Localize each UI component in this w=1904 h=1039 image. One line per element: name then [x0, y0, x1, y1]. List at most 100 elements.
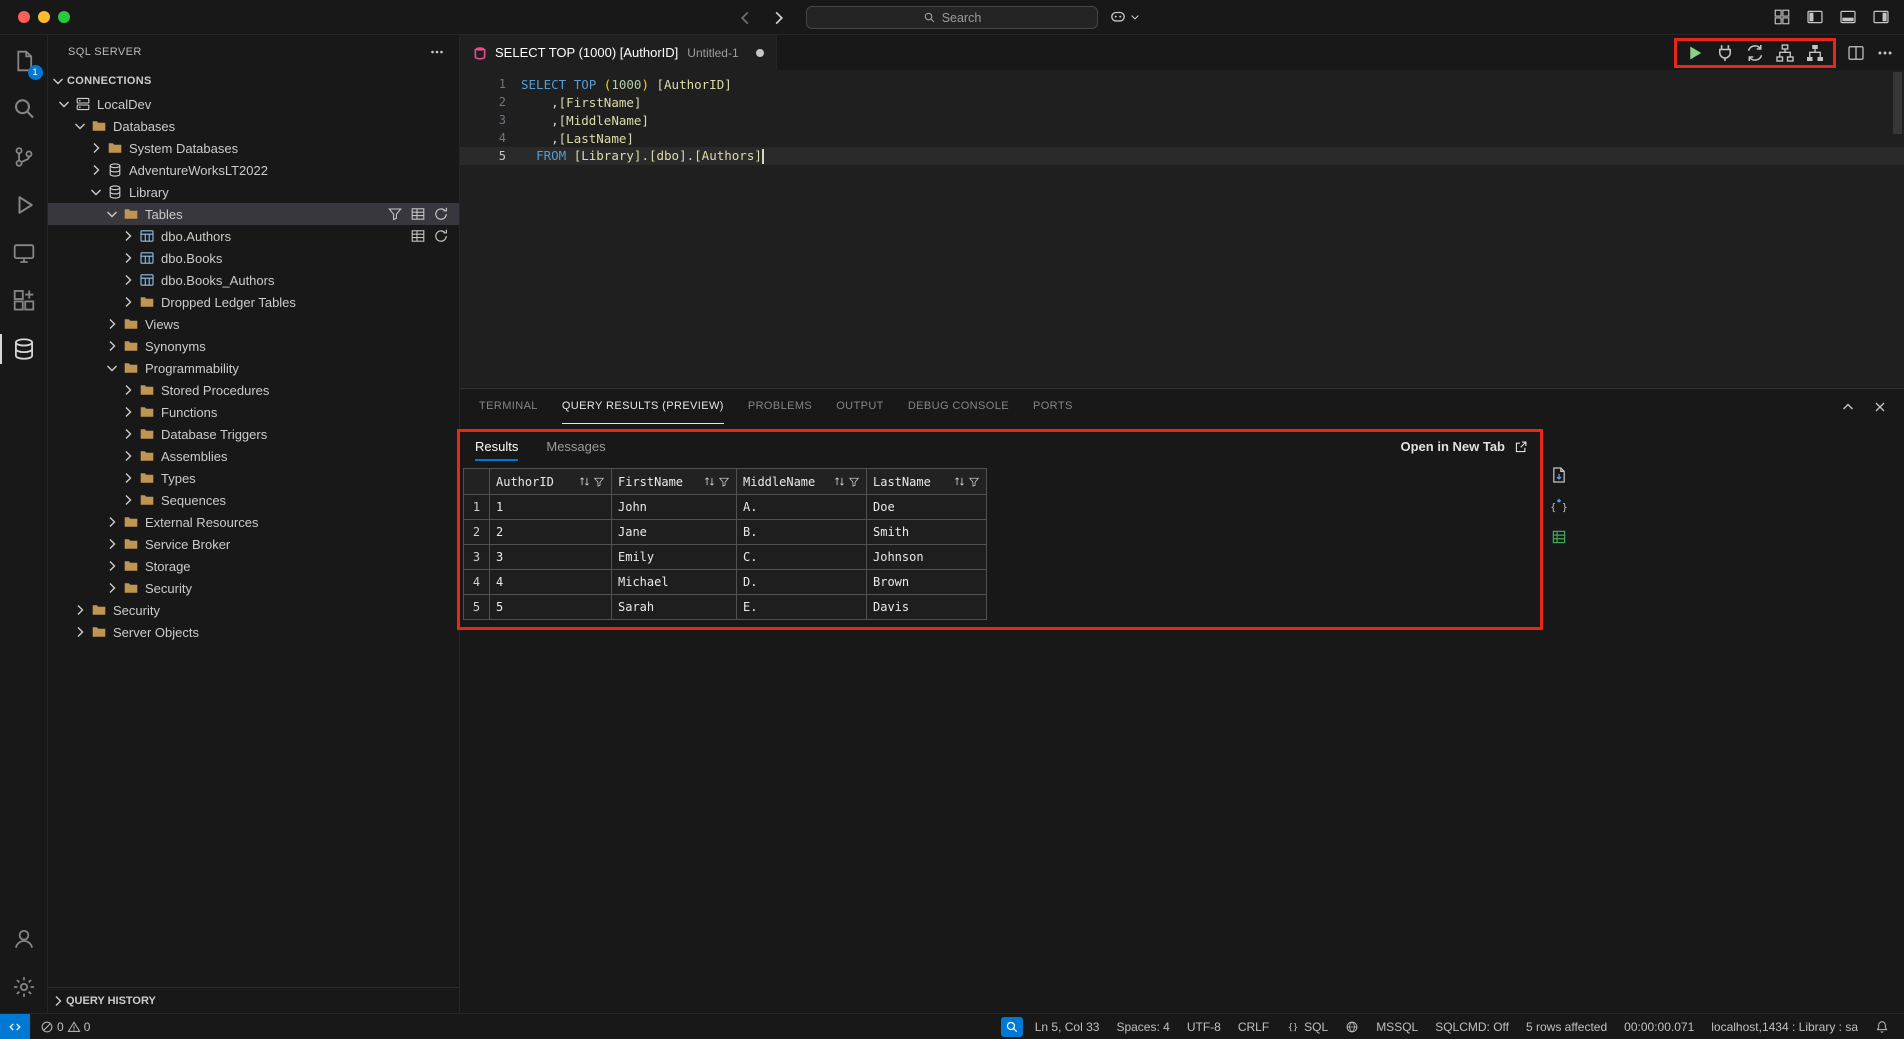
tree-item-synonyms[interactable]: Synonyms: [48, 335, 459, 357]
grid-cell[interactable]: Doe: [867, 495, 987, 520]
tree-item-stored-procedures[interactable]: Stored Procedures: [48, 379, 459, 401]
panel-tab-terminal[interactable]: TERMINAL: [479, 389, 538, 424]
chevron-right-icon[interactable]: [104, 514, 120, 530]
chevron-right-icon[interactable]: [88, 140, 104, 156]
tree-item-service-broker[interactable]: Service Broker: [48, 533, 459, 555]
tree-item-security[interactable]: Security: [48, 577, 459, 599]
chevron-right-icon[interactable]: [120, 272, 136, 288]
toggle-secondary-sidebar-icon[interactable]: [1872, 8, 1890, 26]
grid-action-icon[interactable]: [410, 228, 426, 244]
grid-cell[interactable]: D.: [737, 570, 867, 595]
editor-scrollbar[interactable]: [1893, 72, 1902, 134]
grid-cell[interactable]: 4: [490, 570, 612, 595]
sort-icon[interactable]: [833, 475, 846, 488]
activity-accounts[interactable]: [0, 915, 48, 963]
chevron-down-icon[interactable]: [104, 360, 120, 376]
panel-tab-ports[interactable]: PORTS: [1033, 389, 1073, 424]
tree-item-programmability[interactable]: Programmability: [48, 357, 459, 379]
tree-item-localdev[interactable]: LocalDev: [48, 93, 459, 115]
sort-icon[interactable]: [953, 475, 966, 488]
chevron-right-icon[interactable]: [104, 316, 120, 332]
tree-item-tables[interactable]: Tables: [48, 203, 459, 225]
status-query-duration[interactable]: 00:00:00.071: [1619, 1014, 1699, 1039]
query-history-section-header[interactable]: QUERY HISTORY: [48, 987, 459, 1013]
activity-source-control[interactable]: [0, 133, 48, 181]
messages-tab[interactable]: Messages: [546, 439, 605, 461]
code-line[interactable]: 5 FROM [Library].[dbo].[Authors]: [460, 147, 1904, 165]
chevron-right-icon[interactable]: [88, 162, 104, 178]
status-language-mode[interactable]: {}SQL: [1281, 1014, 1333, 1039]
code-line[interactable]: 1SELECT TOP (1000) [AuthorID]: [460, 75, 1904, 93]
panel-tab-output[interactable]: OUTPUT: [836, 389, 884, 424]
editor-tab[interactable]: SELECT TOP (1000) [AuthorID] Untitled-1: [460, 35, 777, 70]
tree-item-security[interactable]: Security: [48, 599, 459, 621]
grid-cell[interactable]: B.: [737, 520, 867, 545]
refresh-action-icon[interactable]: [433, 206, 449, 222]
chevron-right-icon[interactable]: [72, 602, 88, 618]
column-header-middlename[interactable]: MiddleName: [737, 469, 867, 495]
sidebar-more-actions-icon[interactable]: [429, 44, 445, 60]
run-query-icon[interactable]: [1685, 43, 1705, 63]
code-editor[interactable]: 1SELECT TOP (1000) [AuthorID]2 ,[FirstNa…: [460, 70, 1904, 388]
minimize-window-button[interactable]: [38, 11, 50, 23]
grid-cell[interactable]: 2: [490, 520, 612, 545]
chevron-down-icon[interactable]: [104, 206, 120, 222]
filter-action-icon[interactable]: [387, 206, 403, 222]
chevron-right-icon[interactable]: [104, 338, 120, 354]
row-number-cell[interactable]: 4: [464, 570, 490, 595]
row-number-cell[interactable]: 5: [464, 595, 490, 620]
estimated-plan-icon[interactable]: [1775, 43, 1795, 63]
status-end-of-line[interactable]: CRLF: [1233, 1014, 1274, 1039]
activity-search[interactable]: [0, 85, 48, 133]
status-rows-affected[interactable]: 5 rows affected: [1521, 1014, 1612, 1039]
tree-item-adventureworkslt2022[interactable]: AdventureWorksLT2022: [48, 159, 459, 181]
tree-item-dbo-books[interactable]: dbo.Books: [48, 247, 459, 269]
editor-more-actions-icon[interactable]: [1876, 44, 1894, 62]
close-panel-icon[interactable]: [1872, 399, 1888, 415]
status-indentation[interactable]: Spaces: 4: [1111, 1014, 1174, 1039]
status-encoding[interactable]: UTF-8: [1182, 1014, 1226, 1039]
grid-cell[interactable]: Smith: [867, 520, 987, 545]
maximize-panel-icon[interactable]: [1840, 399, 1856, 415]
status-connection-status[interactable]: localhost,1434 : Library : sa: [1706, 1014, 1863, 1039]
actual-plan-icon[interactable]: [1805, 43, 1825, 63]
status-cursor-position[interactable]: Ln 5, Col 33: [1030, 1014, 1105, 1039]
column-header-authorid[interactable]: AuthorID: [490, 469, 612, 495]
panel-tab-problems[interactable]: PROBLEMS: [748, 389, 812, 424]
grid-cell[interactable]: 1: [490, 495, 612, 520]
sort-icon[interactable]: [578, 475, 591, 488]
customize-layout-icon[interactable]: [1773, 8, 1791, 26]
chevron-right-icon[interactable]: [120, 492, 136, 508]
grid-cell[interactable]: 5: [490, 595, 612, 620]
chevron-right-icon[interactable]: [72, 624, 88, 640]
grid-cell[interactable]: Sarah: [612, 595, 737, 620]
grid-cell[interactable]: E.: [737, 595, 867, 620]
chevron-down-icon[interactable]: [56, 96, 72, 112]
activity-sql-server[interactable]: [0, 325, 48, 373]
grid-cell[interactable]: 3: [490, 545, 612, 570]
chevron-right-icon[interactable]: [120, 228, 136, 244]
activity-extensions[interactable]: [0, 277, 48, 325]
chevron-down-icon[interactable]: [72, 118, 88, 134]
maximize-window-button[interactable]: [58, 11, 70, 23]
chevron-right-icon[interactable]: [120, 250, 136, 266]
tree-item-views[interactable]: Views: [48, 313, 459, 335]
panel-tab-query-results-preview[interactable]: QUERY RESULTS (PREVIEW): [562, 389, 724, 424]
grid-cell[interactable]: Emily: [612, 545, 737, 570]
save-as-json-icon[interactable]: { }: [1550, 497, 1568, 515]
chevron-right-icon[interactable]: [120, 448, 136, 464]
chevron-right-icon[interactable]: [104, 536, 120, 552]
close-window-button[interactable]: [18, 11, 30, 23]
tree-item-library[interactable]: Library: [48, 181, 459, 203]
chevron-down-icon[interactable]: [88, 184, 104, 200]
results-tab[interactable]: Results: [475, 439, 518, 461]
chevron-right-icon[interactable]: [120, 470, 136, 486]
tree-item-types[interactable]: Types: [48, 467, 459, 489]
refresh-action-icon[interactable]: [433, 228, 449, 244]
grid-cell[interactable]: John: [612, 495, 737, 520]
grid-cell[interactable]: Jane: [612, 520, 737, 545]
code-line[interactable]: 2 ,[FirstName]: [460, 93, 1904, 111]
activity-explorer[interactable]: 1: [0, 37, 48, 85]
tree-item-server-objects[interactable]: Server Objects: [48, 621, 459, 643]
column-header-firstname[interactable]: FirstName: [612, 469, 737, 495]
